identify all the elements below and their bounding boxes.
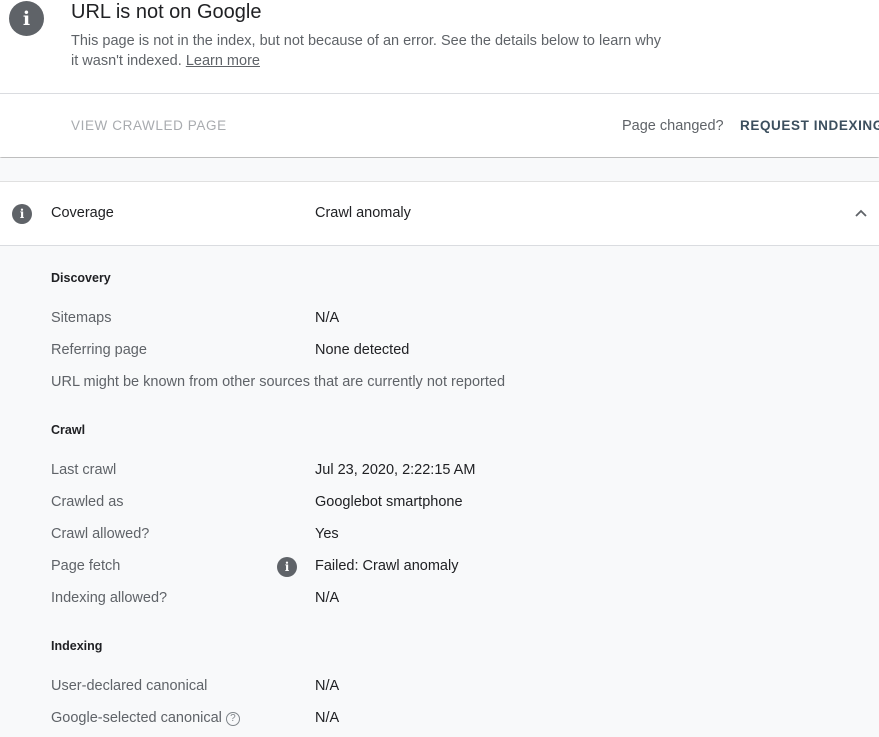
help-icon[interactable]: ? (225, 711, 240, 726)
indexing-heading: Indexing (51, 639, 103, 653)
crawled-as-label: Crawled as (51, 494, 124, 510)
view-crawled-page-button[interactable]: VIEW CRAWLED PAGE (71, 118, 227, 133)
sitemaps-value: N/A (315, 310, 340, 326)
coverage-value: Crawl anomaly (315, 205, 411, 221)
google-canonical-label: Google-selected canonical (51, 710, 222, 726)
last-crawl-label: Last crawl (51, 462, 117, 478)
info-icon[interactable]: i (277, 557, 297, 577)
page-fetch-label: Page fetch (51, 558, 121, 574)
google-canonical-row: Google-selected canonical? (51, 710, 240, 726)
learn-more-link[interactable]: Learn more (186, 53, 260, 69)
page-title: URL is not on Google (71, 1, 262, 23)
page-changed-label: Page changed? (622, 118, 724, 134)
status-description: This page is not in the index, but not b… (71, 31, 671, 71)
discovery-heading: Discovery (51, 271, 111, 285)
coverage-header-row[interactable] (0, 181, 879, 246)
page-fetch-value: Failed: Crawl anomaly (315, 558, 459, 574)
last-crawl-value: Jul 23, 2020, 2:22:15 AM (315, 462, 476, 478)
info-icon: i (9, 1, 44, 36)
user-canonical-value: N/A (315, 678, 340, 694)
request-indexing-button[interactable]: REQUEST INDEXING (740, 118, 879, 133)
chevron-up-icon[interactable] (854, 206, 868, 220)
referring-page-label: Referring page (51, 342, 147, 358)
indexing-allowed-value: N/A (315, 590, 340, 606)
description-text: This page is not in the index, but not b… (71, 33, 662, 69)
crawl-heading: Crawl (51, 423, 86, 437)
crawl-allowed-value: Yes (315, 526, 339, 542)
coverage-label: Coverage (51, 205, 114, 221)
discovery-note: URL might be known from other sources th… (51, 374, 506, 390)
coverage-details-panel (0, 246, 879, 737)
user-canonical-label: User-declared canonical (51, 678, 208, 694)
sitemaps-label: Sitemaps (51, 310, 112, 326)
google-canonical-value: N/A (315, 710, 340, 726)
section-gap (0, 158, 879, 181)
referring-page-value: None detected (315, 342, 410, 358)
indexing-allowed-label: Indexing allowed? (51, 590, 168, 606)
info-icon: i (12, 204, 32, 224)
crawled-as-value: Googlebot smartphone (315, 494, 463, 510)
crawl-allowed-label: Crawl allowed? (51, 526, 150, 542)
